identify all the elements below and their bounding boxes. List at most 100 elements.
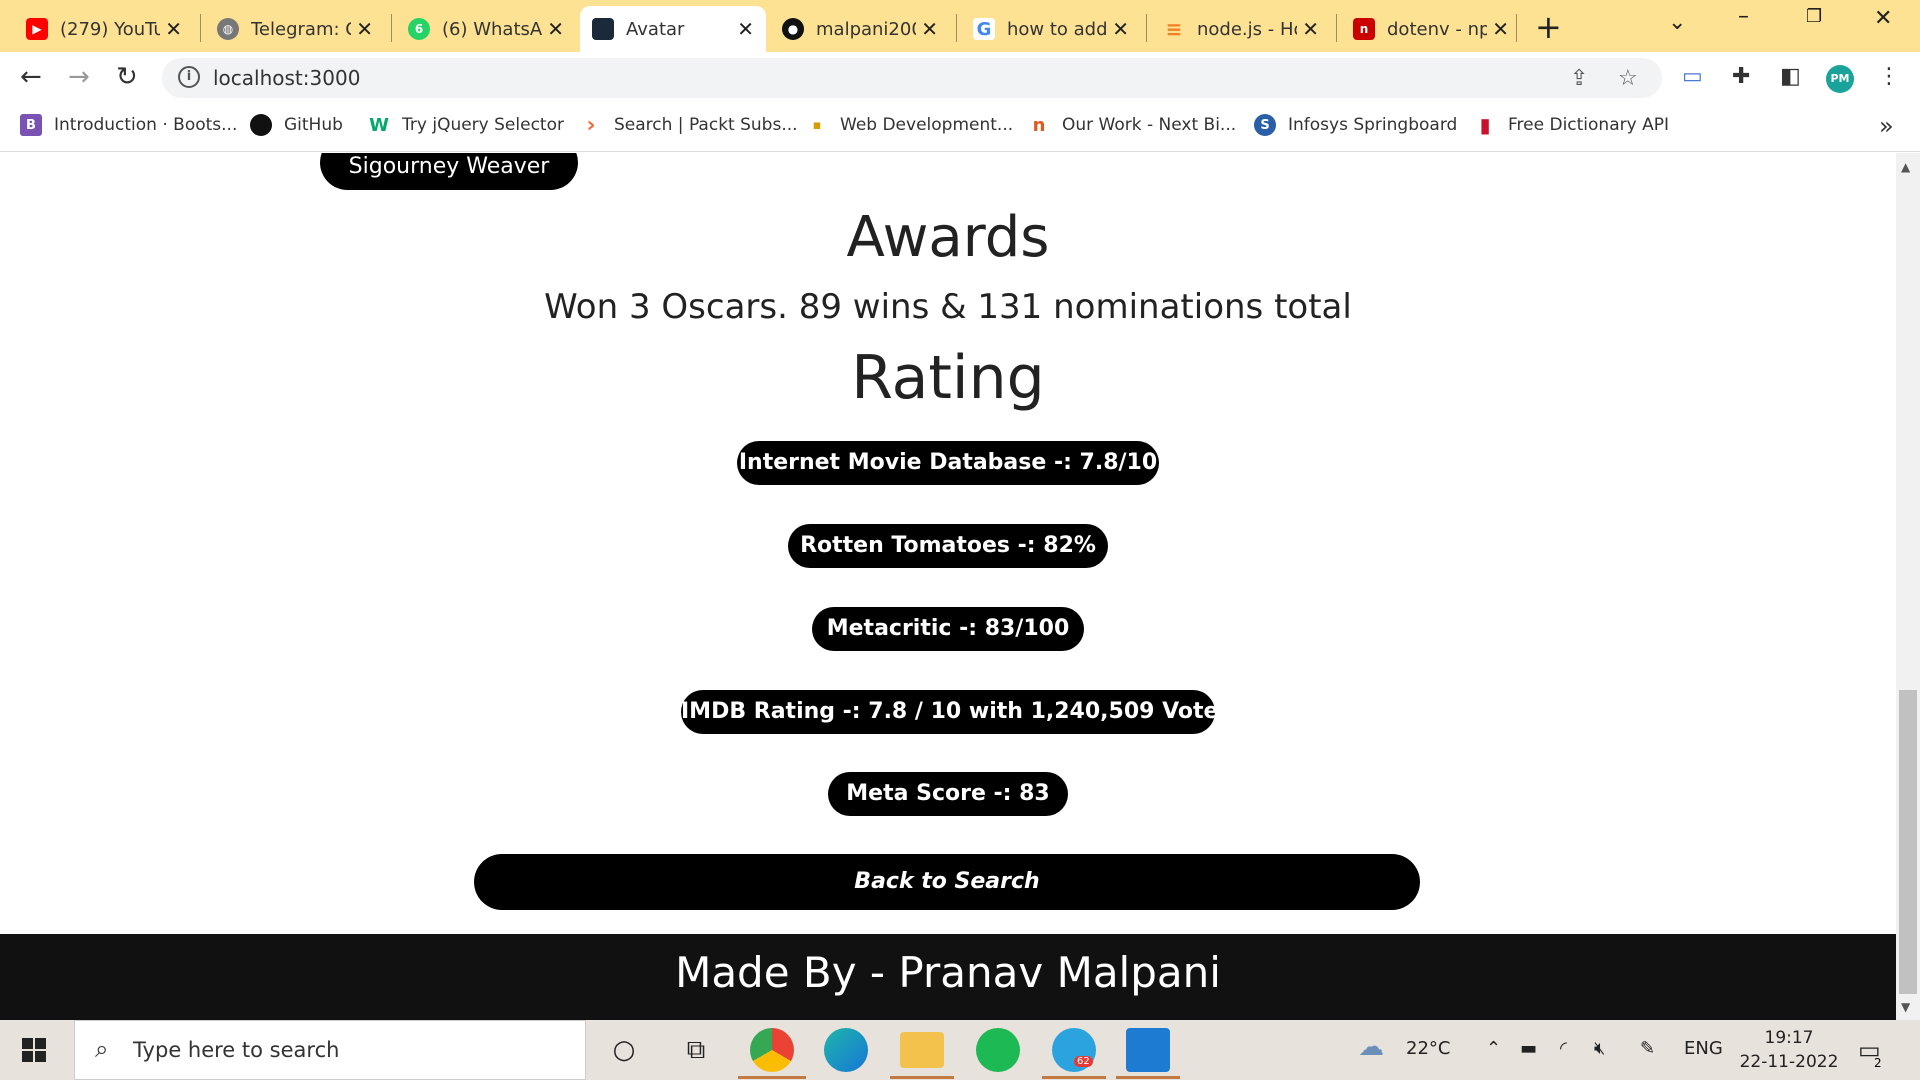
task-view-icon[interactable]: ⧉ (676, 1030, 716, 1070)
notification-count: 2 (1874, 1056, 1882, 1070)
share-icon[interactable]: ⇪ (1570, 66, 1588, 91)
tab-title: Avatar (626, 18, 685, 40)
dictionary-icon: ▮ (1479, 113, 1491, 137)
tab-stackoverflow[interactable]: ≡ node.js - Ho ✕ (1151, 6, 1331, 52)
taskbar-search[interactable]: ⌕ Type here to search (74, 1020, 586, 1080)
rating-heading: Rating (851, 343, 1045, 413)
close-icon[interactable]: ✕ (921, 17, 938, 41)
page-content: Sigourney Weaver Awards Won 3 Oscars. 89… (0, 153, 1896, 1020)
close-icon[interactable]: ✕ (1112, 17, 1129, 41)
close-icon[interactable]: ✕ (1492, 17, 1509, 41)
tab-telegram[interactable]: ◍ Telegram: C ✕ (205, 6, 385, 52)
info-icon[interactable]: i (178, 66, 200, 88)
tab-youtube[interactable]: ▶ (279) YouTu ✕ (14, 6, 194, 52)
cast-icon[interactable]: ▭ (1682, 64, 1703, 89)
rating-metacritic: Metacritic -: 83/100 (812, 607, 1084, 651)
tab-avatar[interactable]: Avatar ✕ (580, 6, 766, 52)
tab-google[interactable]: G how to add ✕ (961, 6, 1141, 52)
taskbar: ⌕ Type here to search ○ ⧉ 62 ☁ 22°C ⌃ ▬ … (0, 1020, 1920, 1080)
footer-credit: Made By - Pranav Malpani (675, 948, 1221, 997)
close-icon[interactable]: ✕ (1302, 17, 1319, 41)
bookmark-label: Our Work - Next Bi... (1062, 115, 1237, 135)
weather-icon[interactable]: ☁ (1358, 1032, 1384, 1062)
url-text[interactable]: localhost:3000 (213, 66, 360, 90)
forward-arrow-icon[interactable]: → (68, 62, 90, 92)
globe-icon: ◍ (217, 18, 239, 40)
file-explorer-icon[interactable] (900, 1032, 944, 1068)
bootstrap-icon: B (20, 114, 42, 136)
bookmark-label: Infosys Springboard (1288, 115, 1458, 135)
close-icon[interactable]: ✕ (737, 17, 754, 41)
bookmark-github[interactable]: GitHub (250, 114, 343, 136)
bookmark-nextbig[interactable]: n Our Work - Next Bi... (1028, 114, 1237, 136)
bookmark-infosys[interactable]: S Infosys Springboard (1254, 114, 1457, 136)
bookmark-bootstrap[interactable]: B Introduction · Boots... (20, 114, 237, 136)
tab-whatsapp[interactable]: 6 (6) WhatsAp ✕ (396, 6, 576, 52)
whatsapp-icon: 6 (408, 18, 430, 40)
google-icon: G (973, 18, 995, 40)
close-icon[interactable]: ✕ (547, 17, 564, 41)
bookmark-label: Introduction · Boots... (54, 115, 238, 135)
bookmark-w3schools[interactable]: W Try jQuery Selector (368, 114, 564, 136)
rating-rotten-tomatoes: Rotten Tomatoes -: 82% (788, 524, 1108, 568)
bookmark-webdev[interactable]: ▪ Web Development... (806, 114, 1014, 136)
nextbig-icon: n (1032, 114, 1046, 136)
back-to-search-button[interactable]: Back to Search (474, 854, 1420, 910)
restore-button[interactable]: ❐ (1806, 6, 1822, 27)
browser-toolbar: ← → ↻ i localhost:3000 ⇪ ☆ ▭ ✚ ◧ ⋮ (0, 52, 1920, 104)
bookmark-label: Free Dictionary API (1508, 115, 1669, 135)
tab-npm[interactable]: n dotenv - np ✕ (1341, 6, 1521, 52)
spotify-icon[interactable] (976, 1028, 1020, 1072)
github-icon: ● (782, 18, 804, 40)
temperature[interactable]: 22°C (1406, 1038, 1450, 1059)
time: 19:17 (1764, 1028, 1814, 1048)
clock[interactable]: 19:17 22-11-2022 (1734, 1026, 1844, 1074)
rating-imdb-votes: IMDB Rating -: 7.8 / 10 with 1,240,509 V… (681, 690, 1232, 734)
pen-icon[interactable]: ✎ (1640, 1038, 1655, 1059)
new-tab-button[interactable]: + (1535, 8, 1562, 46)
minimize-button[interactable]: – (1738, 4, 1749, 29)
menu-icon[interactable]: ⋮ (1878, 64, 1900, 89)
bookmark-label: Search | Packt Subs... (614, 115, 798, 135)
back-arrow-icon[interactable]: ← (20, 62, 42, 92)
telegram-badge: 62 (1074, 1056, 1093, 1067)
scroll-up-icon[interactable]: ▲ (1901, 160, 1910, 174)
w3schools-icon: W (369, 114, 389, 136)
search-placeholder: Type here to search (133, 1038, 340, 1062)
scrollbar-thumb[interactable] (1899, 690, 1917, 994)
side-panel-icon[interactable]: ◧ (1780, 64, 1801, 89)
profile-avatar[interactable]: PM (1826, 65, 1854, 93)
close-icon[interactable]: ✕ (356, 17, 373, 41)
rating-imdb-db: Internet Movie Database -: 7.8/10 (737, 441, 1159, 485)
awards-heading: Awards (846, 205, 1050, 270)
windows-start-icon[interactable] (22, 1038, 46, 1062)
address-bar[interactable]: i localhost:3000 ⇪ ☆ (162, 58, 1662, 98)
vscode-icon[interactable] (1126, 1028, 1170, 1072)
npm-icon: n (1353, 18, 1375, 40)
star-icon[interactable]: ☆ (1618, 66, 1638, 91)
cortana-icon[interactable]: ○ (604, 1030, 644, 1070)
scroll-down-icon[interactable]: ▼ (1901, 1000, 1910, 1014)
volume-muted-icon[interactable]: 🔇︎ (1594, 1038, 1605, 1059)
tab-github[interactable]: ● malpani200 ✕ (770, 6, 950, 52)
tab-title: dotenv - np (1387, 18, 1487, 40)
tab-title: malpani200 (816, 18, 916, 40)
tray-chevron-icon[interactable]: ⌃ (1486, 1038, 1501, 1059)
tab-title: node.js - Ho (1197, 18, 1297, 40)
edge-icon[interactable] (824, 1028, 868, 1072)
wifi-icon[interactable]: ◜ (1560, 1038, 1567, 1059)
bookmark-packt[interactable]: › Search | Packt Subs... (580, 113, 798, 138)
close-icon[interactable]: ✕ (165, 17, 182, 41)
language-indicator[interactable]: ENG (1684, 1038, 1723, 1059)
rating-meta-score: Meta Score -: 83 (828, 772, 1068, 816)
close-window-button[interactable]: ✕ (1874, 6, 1892, 31)
tab-search-icon[interactable]: ⌄ (1668, 10, 1686, 35)
chrome-icon[interactable] (750, 1028, 794, 1072)
bookmark-dictionary[interactable]: ▮ Free Dictionary API (1474, 113, 1669, 137)
more-bookmarks-icon[interactable]: » (1879, 112, 1894, 140)
reload-icon[interactable]: ↻ (116, 62, 138, 92)
battery-icon[interactable]: ▬ (1520, 1038, 1537, 1059)
extensions-icon[interactable]: ✚ (1732, 64, 1750, 89)
tab-title: (279) YouTu (60, 18, 160, 40)
footer: Made By - Pranav Malpani (0, 934, 1896, 1020)
